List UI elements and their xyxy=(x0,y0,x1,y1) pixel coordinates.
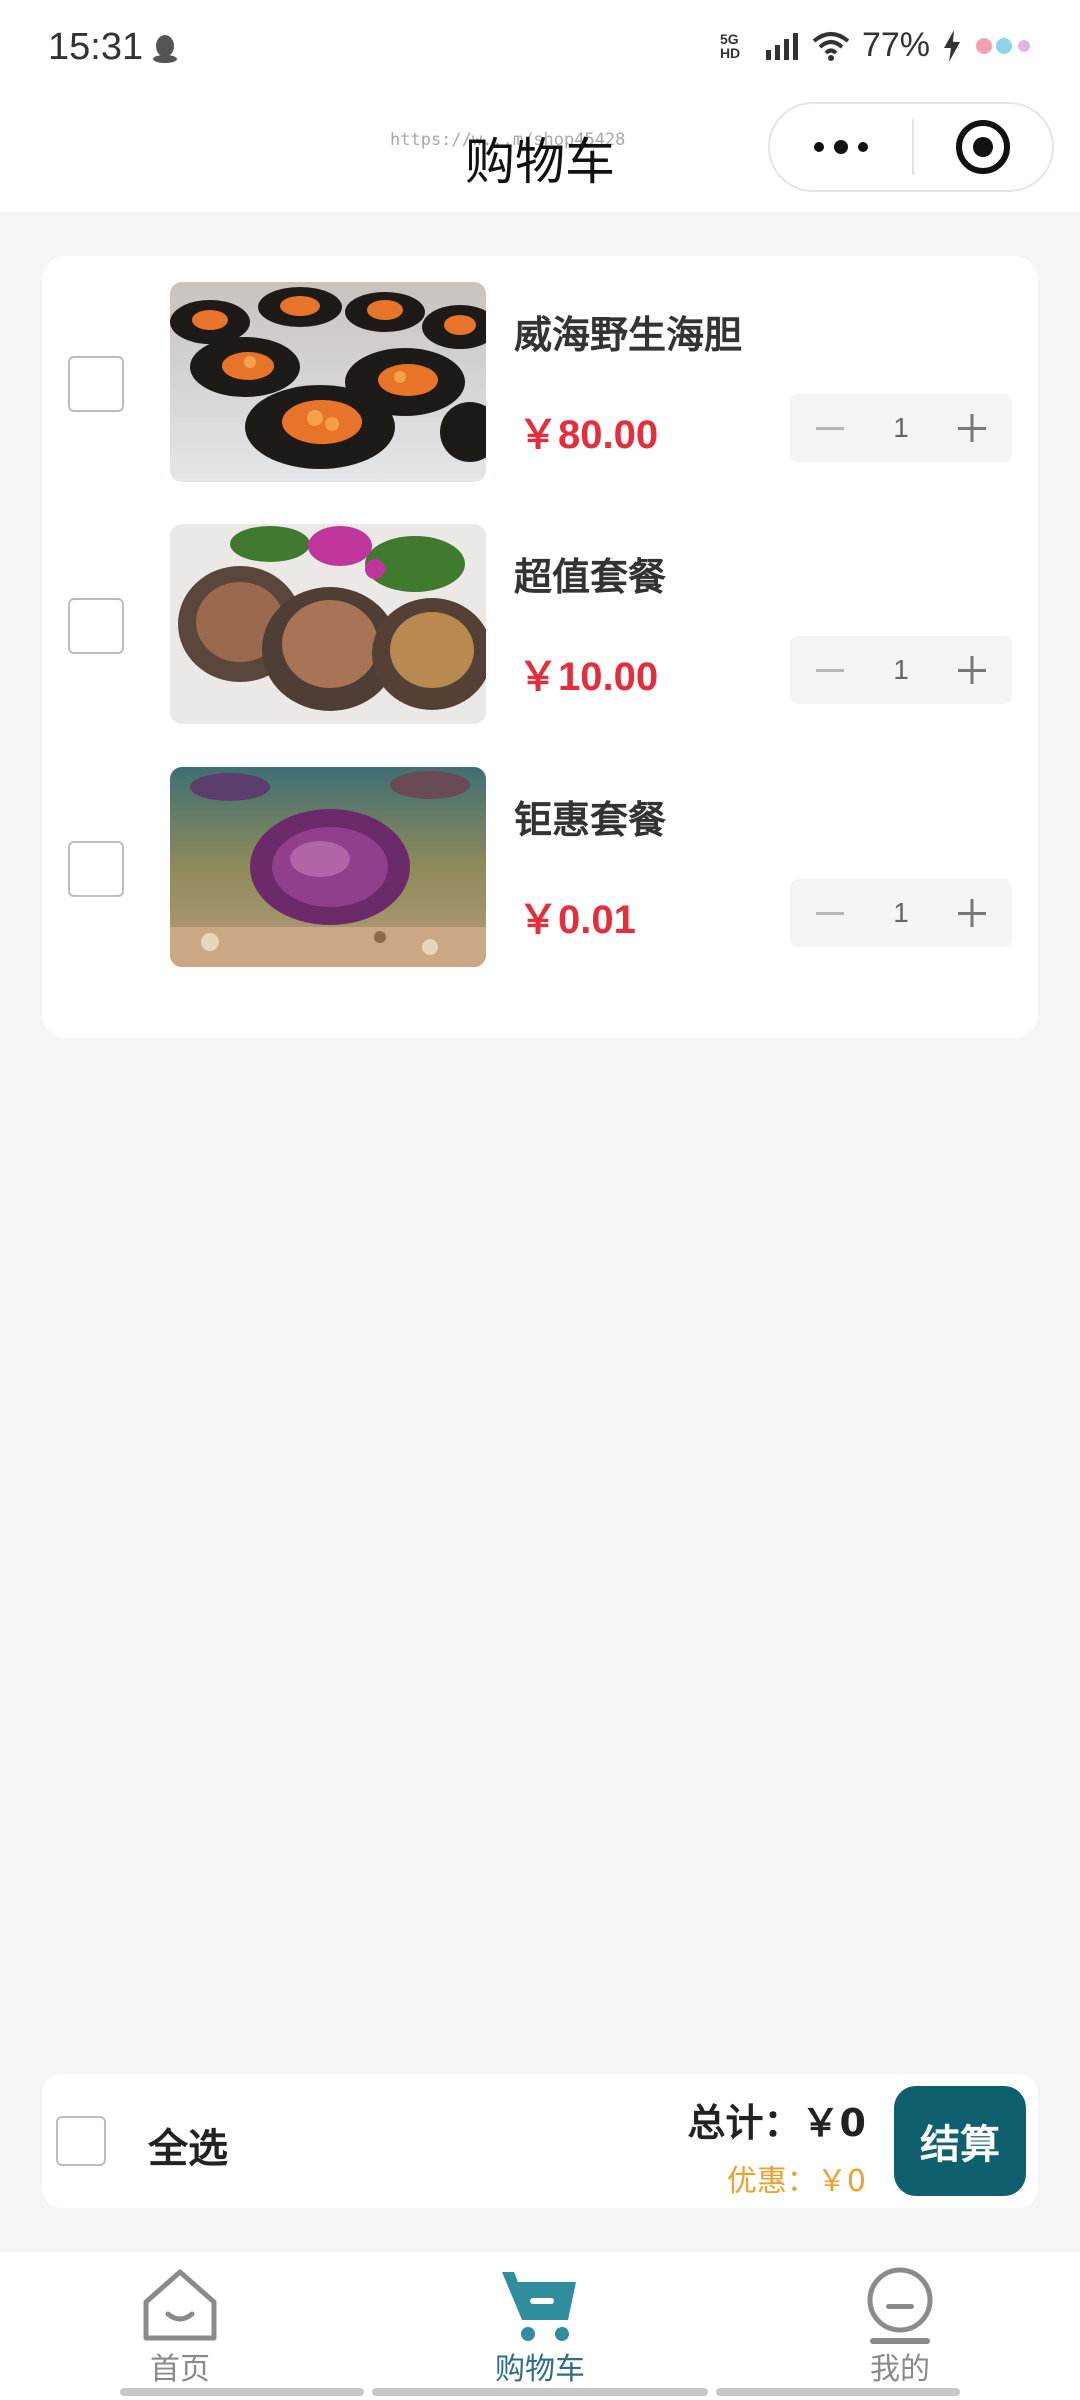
decrease-button[interactable] xyxy=(808,406,852,450)
item-checkbox[interactable] xyxy=(68,356,124,412)
target-close-icon xyxy=(956,120,1010,174)
select-all-checkbox[interactable] xyxy=(56,2116,106,2166)
item-price: ￥0.01 xyxy=(518,898,636,942)
plus-icon xyxy=(957,656,986,684)
navigation-bar: https://w...m/shop45428 购物车 xyxy=(0,100,1080,212)
sea-urchin-roe-image[interactable] xyxy=(170,282,486,482)
checkout-bar: 全选 总计：￥0 优惠：￥0 结算 xyxy=(42,2074,1038,2208)
tab-bar: 首页 购物车 我的 xyxy=(0,2252,1080,2400)
wifi-icon xyxy=(812,31,850,61)
cart-item: 超值套餐 ￥10.00 1 xyxy=(42,498,1038,724)
increase-button[interactable] xyxy=(950,648,994,692)
abalone-platter-image[interactable] xyxy=(170,524,486,724)
item-checkbox[interactable] xyxy=(68,598,124,654)
cart-item: 钜惠套餐 ￥0.01 1 xyxy=(42,741,1038,967)
item-checkbox[interactable] xyxy=(68,841,124,897)
minus-icon xyxy=(816,669,844,672)
qq-notification-icon xyxy=(153,35,177,63)
signal-icon xyxy=(765,32,798,60)
decrease-button[interactable] xyxy=(808,891,852,935)
gesture-bar-center xyxy=(372,2388,708,2396)
item-price: ￥80.00 xyxy=(518,413,659,457)
total-value: ￥0 xyxy=(801,2101,866,2145)
cart-item: 威海野生海胆 ￥80.00 1 xyxy=(42,256,1038,482)
plus-icon xyxy=(957,414,986,442)
total-line: 总计：￥0 xyxy=(688,2092,866,2147)
checkout-button[interactable]: 结算 xyxy=(894,2086,1026,2196)
gesture-bar-left xyxy=(120,2388,364,2396)
decrease-button[interactable] xyxy=(808,648,852,692)
close-mini-program-button[interactable] xyxy=(914,104,1052,190)
quantity-value[interactable]: 1 xyxy=(893,412,909,444)
quantity-stepper: 1 xyxy=(790,394,1012,462)
item-name: 威海野生海胆 xyxy=(514,313,743,357)
tab-home-label: 首页 xyxy=(150,2352,210,2387)
more-button[interactable] xyxy=(770,104,912,190)
item-name: 超值套餐 xyxy=(514,555,667,599)
more-dots-icon xyxy=(814,140,868,154)
charging-icon xyxy=(944,29,960,62)
discount-line: 优惠：￥0 xyxy=(727,2156,866,2200)
select-all-label[interactable]: 全选 xyxy=(148,2116,228,2174)
tab-cart-label: 购物车 xyxy=(495,2352,585,2387)
cart-icon xyxy=(502,2272,576,2341)
plus-icon xyxy=(957,899,986,927)
minus-icon xyxy=(816,912,844,915)
minus-icon xyxy=(816,427,844,430)
total-label: 总计： xyxy=(687,2101,802,2145)
tab-profile[interactable]: 我的 xyxy=(720,2252,1080,2400)
gesture-bar-right xyxy=(716,2388,960,2396)
status-time: 15:31 xyxy=(48,26,144,68)
profile-icon xyxy=(867,2267,933,2344)
increase-button[interactable] xyxy=(950,406,994,450)
quantity-stepper: 1 xyxy=(790,879,1012,947)
tab-profile-label: 我的 xyxy=(870,2352,930,2387)
purple-sea-urchin-image[interactable] xyxy=(170,767,486,967)
tab-home[interactable]: 首页 xyxy=(0,2252,360,2400)
tab-cart[interactable]: 购物车 xyxy=(360,2252,720,2400)
discount-value: ￥0 xyxy=(816,2164,866,2199)
quantity-value[interactable]: 1 xyxy=(893,654,909,686)
item-name: 钜惠套餐 xyxy=(514,798,667,842)
app-notification-icons xyxy=(976,37,1030,54)
increase-button[interactable] xyxy=(950,891,994,935)
quantity-stepper: 1 xyxy=(790,636,1012,704)
status-bar: 15:31 5G HD 77% xyxy=(0,0,1080,100)
network-type-label: 5G HD xyxy=(719,30,741,61)
status-indicators: 5G HD 77% xyxy=(720,26,1040,65)
home-icon xyxy=(143,2269,217,2341)
battery-percent: 77% xyxy=(861,26,930,64)
mini-program-capsule xyxy=(768,102,1054,192)
item-price: ￥10.00 xyxy=(518,655,659,699)
cart-list: 威海野生海胆 ￥80.00 1 超值套餐 ￥10.00 1 钜惠套餐 ￥0.01… xyxy=(42,256,1038,1038)
quantity-value[interactable]: 1 xyxy=(893,897,909,929)
discount-label: 优惠： xyxy=(726,2164,817,2199)
